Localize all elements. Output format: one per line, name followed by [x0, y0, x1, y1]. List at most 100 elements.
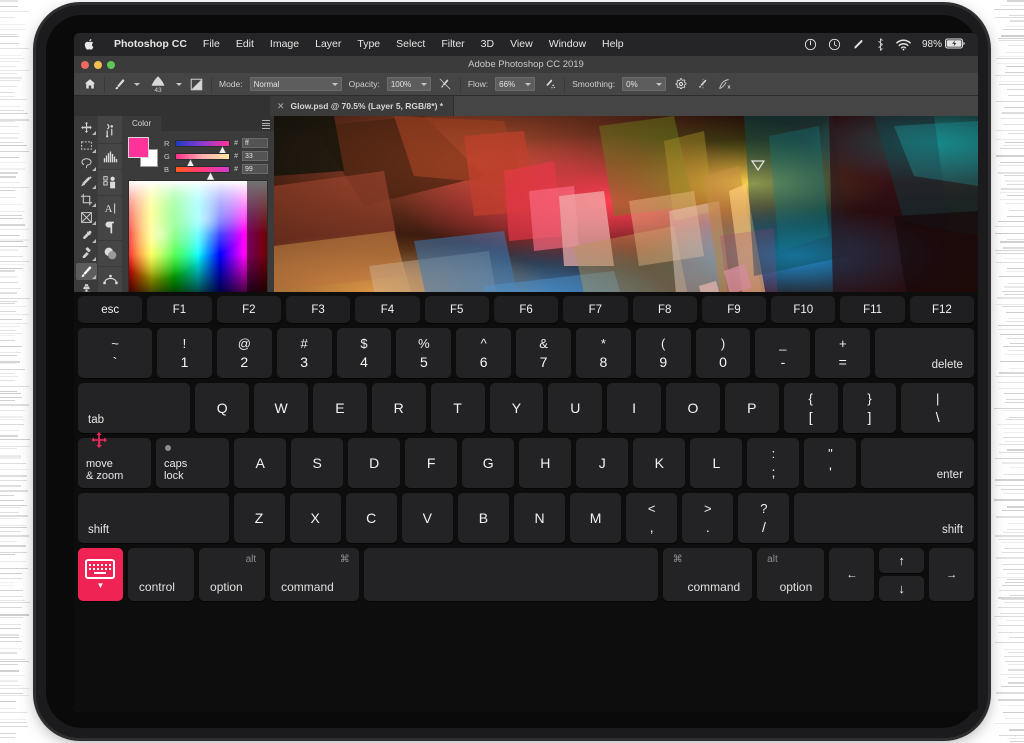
key-comma[interactable]: <, — [626, 493, 677, 543]
gear-icon[interactable] — [673, 77, 688, 92]
key-hide-keyboard[interactable]: ▼ — [78, 548, 123, 601]
lasso-tool[interactable] — [76, 155, 97, 172]
key-w[interactable]: W — [254, 383, 308, 433]
key-command-left[interactable]: ⌘ command — [270, 548, 359, 601]
adjustments-icon[interactable] — [100, 173, 120, 192]
key-c[interactable]: C — [346, 493, 397, 543]
key-shift-right[interactable]: shift — [794, 493, 974, 543]
histogram-icon[interactable] — [100, 147, 120, 166]
key-equals[interactable]: + = — [815, 328, 870, 378]
time-machine-icon[interactable] — [828, 38, 841, 51]
key-0[interactable]: ) 0 — [696, 328, 751, 378]
menu-item-file[interactable]: File — [195, 33, 228, 56]
menu-item-layer[interactable]: Layer — [307, 33, 349, 56]
color-spectrum-picker[interactable] — [128, 180, 268, 308]
key-space[interactable] — [364, 548, 658, 601]
key-f8[interactable]: F8 — [633, 296, 697, 323]
key-f5[interactable]: F5 — [425, 296, 489, 323]
menu-item-3d[interactable]: 3D — [473, 33, 502, 56]
tab-color[interactable]: Color — [122, 116, 161, 131]
move-tool[interactable] — [76, 119, 97, 136]
key-option-left[interactable]: alt option — [199, 548, 265, 601]
airbrush-icon[interactable] — [542, 77, 557, 92]
battery-status[interactable]: 98% — [922, 38, 965, 52]
symmetry-icon[interactable] — [695, 77, 710, 92]
menu-item-help[interactable]: Help — [594, 33, 632, 56]
key-bracket-left[interactable]: {[ — [784, 383, 838, 433]
document-tab[interactable]: ✕ Glow.psd @ 70.5% (Layer 5, RGB/8*) * — [270, 96, 454, 116]
close-icon[interactable]: ✕ — [277, 101, 285, 112]
key-z[interactable]: Z — [234, 493, 285, 543]
healing-brush-tool[interactable] — [76, 245, 97, 262]
minimize-window-button[interactable] — [94, 61, 102, 69]
flow-select[interactable]: 66% — [495, 77, 535, 91]
brush-tool[interactable] — [76, 263, 97, 280]
pressure-size-icon[interactable] — [717, 77, 732, 92]
menu-item-filter[interactable]: Filter — [433, 33, 472, 56]
key-f4[interactable]: F4 — [355, 296, 419, 323]
key-8[interactable]: * 8 — [576, 328, 631, 378]
brush-preset-chevron-down-icon[interactable] — [134, 83, 140, 86]
channel-slider-r[interactable] — [175, 140, 230, 147]
layer-comps-icon[interactable] — [100, 244, 120, 263]
key-o[interactable]: O — [666, 383, 720, 433]
menu-item-type[interactable]: Type — [349, 33, 388, 56]
panel-menu-icon[interactable] — [262, 120, 270, 129]
marquee-tool[interactable] — [76, 137, 97, 154]
key-shift-left[interactable]: shift — [78, 493, 229, 543]
pen-icon[interactable] — [852, 38, 865, 51]
key-f12[interactable]: F12 — [910, 296, 974, 323]
key-f10[interactable]: F10 — [771, 296, 835, 323]
key-j[interactable]: J — [576, 438, 628, 488]
key-arrow-left[interactable]: ← — [829, 548, 874, 601]
key-arrow-right[interactable]: → — [929, 548, 974, 601]
key-v[interactable]: V — [402, 493, 453, 543]
frame-tool[interactable] — [76, 209, 97, 226]
key-7[interactable]: & 7 — [516, 328, 571, 378]
slider-thumb-b[interactable] — [206, 168, 215, 177]
key-backtick[interactable]: ~ ` — [78, 328, 152, 378]
key-9[interactable]: (9 — [636, 328, 691, 378]
zoom-window-button[interactable] — [107, 61, 115, 69]
key-e[interactable]: E — [313, 383, 367, 433]
key-f11[interactable]: F11 — [840, 296, 904, 323]
key-arrow-down[interactable]: ↓ — [879, 576, 924, 601]
key-f6[interactable]: F6 — [494, 296, 558, 323]
key-bracket-right[interactable]: }] — [843, 383, 897, 433]
key-f1[interactable]: F1 — [147, 296, 211, 323]
key-t[interactable]: T — [431, 383, 485, 433]
channel-value-r[interactable]: ff — [242, 138, 268, 148]
home-icon[interactable] — [82, 77, 97, 92]
close-window-button[interactable] — [81, 61, 89, 69]
key-f2[interactable]: F2 — [217, 296, 281, 323]
key-y[interactable]: Y — [490, 383, 544, 433]
key-g[interactable]: G — [462, 438, 514, 488]
curves-icon[interactable] — [100, 121, 120, 140]
brush-size-chevron-down-icon[interactable] — [176, 83, 182, 86]
key-semicolon[interactable]: :; — [747, 438, 799, 488]
key-esc[interactable]: esc — [78, 296, 142, 323]
key-1[interactable]: ! 1 — [157, 328, 212, 378]
smoothing-select[interactable]: 0% — [622, 77, 666, 91]
key-minus[interactable]: _ - — [755, 328, 810, 378]
key-control[interactable]: control — [128, 548, 194, 601]
key-x[interactable]: X — [290, 493, 341, 543]
key-3[interactable]: #3 — [277, 328, 332, 378]
brush-icon[interactable] — [112, 77, 127, 92]
key-period[interactable]: >. — [682, 493, 733, 543]
channel-value-b[interactable]: 99 — [242, 164, 268, 174]
bluetooth-icon[interactable] — [876, 38, 885, 51]
key-r[interactable]: R — [372, 383, 426, 433]
key-2[interactable]: @2 — [217, 328, 272, 378]
key-delete[interactable]: delete — [875, 328, 974, 378]
paragraph-icon[interactable] — [100, 218, 120, 237]
key-u[interactable]: U — [548, 383, 602, 433]
paths-icon[interactable] — [100, 270, 120, 289]
brush-settings-icon[interactable] — [189, 77, 204, 92]
key-move-and-zoom[interactable]: move & zoom — [78, 438, 151, 488]
menu-item-edit[interactable]: Edit — [228, 33, 262, 56]
key-4[interactable]: $4 — [337, 328, 392, 378]
power-circle-icon[interactable] — [804, 38, 817, 51]
slider-thumb-g[interactable] — [186, 155, 195, 164]
apple-logo-icon[interactable] — [83, 38, 95, 52]
